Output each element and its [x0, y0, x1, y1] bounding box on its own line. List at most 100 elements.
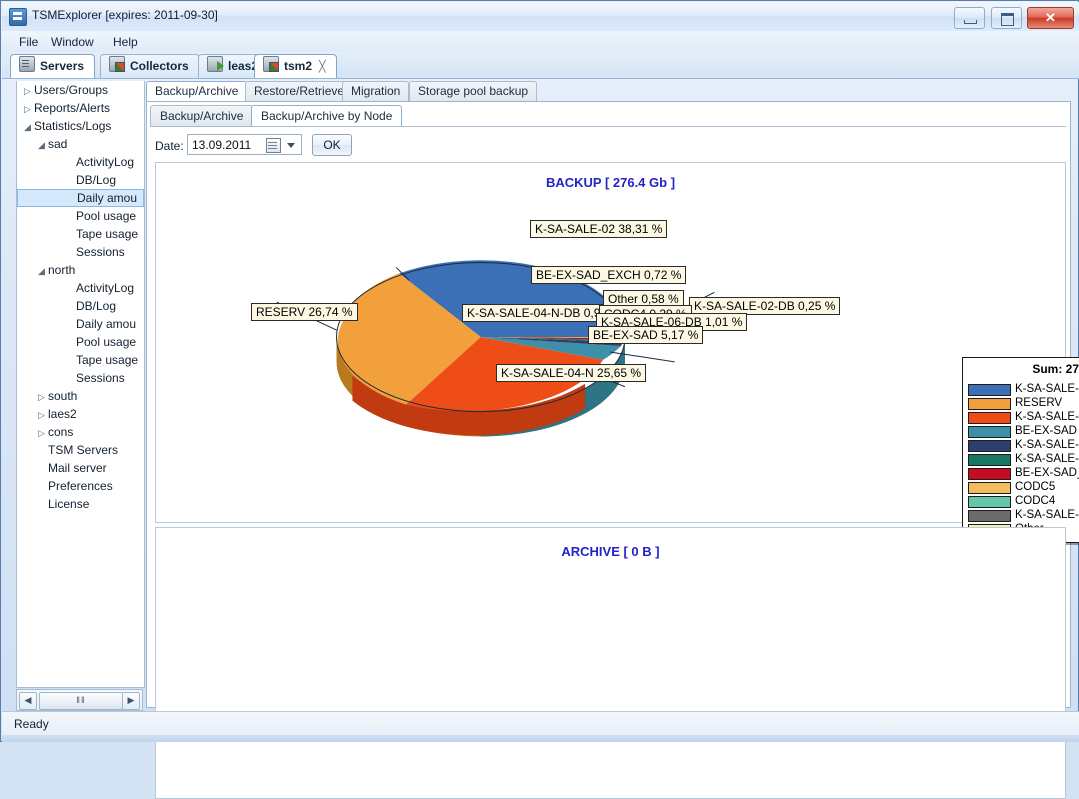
legend-swatch	[968, 482, 1011, 494]
legend-row: RESERV73.9 Gb	[963, 396, 1079, 410]
tree-twisty-icon[interactable]: ▷	[21, 100, 34, 118]
sidebar-item-activitylog[interactable]: ActivityLog	[17, 153, 144, 171]
tab-collectors[interactable]: Collectors	[100, 54, 200, 78]
legend-swatch	[968, 468, 1011, 480]
sidebar-horizontal-scrollbar[interactable]: ◀ ‖‖ ▶	[16, 689, 143, 711]
legend-row: CODC5921.6 Mb	[963, 480, 1079, 494]
sidebar-item-tape-usage[interactable]: Tape usage	[17, 351, 144, 369]
sidebar-item-users-groups[interactable]: ▷ Users/Groups	[17, 81, 144, 99]
sidebar-item-reports-alerts[interactable]: ▷ Reports/Alerts	[17, 99, 144, 117]
tree-twisty-icon[interactable]: ◢	[35, 136, 48, 154]
tree-twisty-icon[interactable]: ◢	[21, 118, 34, 136]
legend-label: K-SA-SALE-02	[1015, 383, 1079, 395]
status-bar: Ready	[2, 711, 1079, 736]
legend-swatch	[968, 496, 1011, 508]
legend-swatch	[968, 384, 1011, 396]
legend-row: CODC4819.2 Mb	[963, 494, 1079, 508]
main-tab-strip: Servers Collectors leas2 tsm2 ╳	[2, 52, 1079, 79]
sidebar-item-daily-amou[interactable]: Daily amou	[17, 189, 144, 207]
callout-k-sa-sale-02: K-SA-SALE-02 38,31 %	[530, 220, 668, 238]
pane-body: Backup/Archive Backup/Archive by Node Da…	[146, 101, 1079, 799]
sidebar-item-daily-amou[interactable]: Daily amou	[17, 315, 144, 333]
sidebar-item-db-log[interactable]: DB/Log	[17, 171, 144, 189]
sidebar-item-mail-server[interactable]: Mail server	[17, 459, 144, 477]
application-window: TSMExplorer [expires: 2011-09-30] ✕ File…	[0, 0, 1079, 799]
legend-row: K-SA-SALE-02-DB716.8 Mb	[963, 508, 1079, 522]
legend-label: K-SA-SALE-04-N-DB	[1015, 453, 1079, 465]
menu-item-file[interactable]: File	[12, 34, 45, 50]
tree-twisty-icon[interactable]: ▷	[35, 388, 48, 406]
sidebar-item-tsm-servers[interactable]: TSM Servers	[17, 441, 144, 459]
collector-icon-2	[263, 56, 279, 72]
sidebar-item-sad[interactable]: ◢ sad	[17, 135, 144, 153]
tree-twisty-icon[interactable]: ▷	[21, 82, 34, 100]
date-input-value: 13.09.2011	[192, 138, 252, 152]
navigation-tree: ▷ Users/Groups ▷ Reports/Alerts ◢ Statistics/…	[16, 81, 145, 688]
minimize-button[interactable]	[954, 7, 986, 29]
backup-chart-panel: BACKUP [ 276.4 Gb ] K-SA-SALE-02 38,31 %…	[155, 162, 1079, 543]
sidebar-item-sessions[interactable]: Sessions	[17, 369, 144, 387]
sidebar-item-license[interactable]: License	[17, 495, 144, 513]
scroll-right-button[interactable]: ▶	[122, 692, 140, 710]
calendar-icon[interactable]	[266, 138, 281, 153]
sidebar-item-label: sad	[48, 137, 68, 151]
sidebar-item-activitylog[interactable]: ActivityLog	[17, 279, 144, 297]
main-pane: Backup/Archive Restore/Retrieve Migratio…	[146, 79, 1079, 799]
tree-twisty-icon[interactable]: ▷	[35, 424, 48, 442]
legend-label: K-SA-SALE-06-DB	[1015, 439, 1079, 451]
sidebar-item-pool-usage[interactable]: Pool usage	[17, 333, 144, 351]
tab-servers[interactable]: Servers	[10, 54, 96, 78]
tab-tsm2[interactable]: tsm2 ╳	[254, 54, 337, 78]
sidebar-item-preferences[interactable]: Preferences	[17, 477, 144, 495]
status-text: Ready	[14, 717, 49, 731]
chevron-down-icon[interactable]	[287, 143, 295, 148]
maximize-button[interactable]	[990, 7, 1022, 29]
sidebar-item-statistics-logs[interactable]: ◢ Statistics/Logs	[17, 117, 144, 135]
window-bottom-edge	[2, 735, 1079, 742]
sidebar-item-laes2[interactable]: ▷ laes2	[17, 405, 144, 423]
sidebar-item-tape-usage[interactable]: Tape usage	[17, 225, 144, 243]
sidebar-item-label: Mail server	[48, 461, 107, 475]
legend-label: BE-EX-SAD_EXCH	[1015, 467, 1079, 479]
tab-backup-archive-by-node[interactable]: Backup/Archive by Node	[251, 105, 403, 126]
tab-restore-retrieve[interactable]: Restore/Retrieve	[245, 81, 354, 101]
menu-item-window[interactable]: Window	[44, 34, 101, 50]
sidebar-item-label: Reports/Alerts	[34, 101, 111, 115]
tab-migration[interactable]: Migration	[342, 81, 410, 101]
sidebar-item-db-log[interactable]: DB/Log	[17, 297, 144, 315]
callout-k-sa-sale-04-n: K-SA-SALE-04-N 25,65 %	[496, 364, 647, 382]
legend-rows: K-SA-SALE-02105.9 GbRESERV73.9 GbK-SA-SA…	[963, 382, 1079, 536]
sidebar-item-label: north	[48, 263, 76, 277]
ok-button[interactable]: OK	[312, 134, 352, 156]
sidebar-item-south[interactable]: ▷ south	[17, 387, 144, 405]
sidebar-item-cons[interactable]: ▷ cons	[17, 423, 144, 441]
title-bar: TSMExplorer [expires: 2011-09-30] ✕	[2, 2, 1079, 32]
sidebar-item-north[interactable]: ◢ north	[17, 261, 144, 279]
sidebar-item-label: Tape usage	[76, 227, 139, 241]
tab-storage-pool-backup[interactable]: Storage pool backup	[409, 81, 538, 101]
window-title: TSMExplorer [expires: 2011-09-30]	[32, 8, 218, 22]
tree-twisty-icon[interactable]: ▷	[35, 406, 48, 424]
date-input[interactable]: 13.09.2011	[187, 134, 302, 155]
menu-item-help[interactable]: Help	[106, 34, 145, 50]
sidebar-item-label: Preferences	[48, 479, 113, 493]
server-icon	[19, 56, 35, 72]
tab-close-icon[interactable]: ╳	[319, 61, 326, 73]
close-button[interactable]: ✕	[1027, 7, 1074, 29]
sidebar-item-sessions[interactable]: Sessions	[17, 243, 144, 261]
legend-swatch	[968, 440, 1011, 452]
legend-label: K-SA-SALE-02-DB	[1015, 509, 1079, 521]
sidebar-item-pool-usage[interactable]: Pool usage	[17, 207, 144, 225]
sidebar-item-label: Pool usage	[76, 335, 137, 349]
legend-label: CODC5	[1015, 481, 1056, 493]
scroll-left-button[interactable]: ◀	[19, 692, 37, 710]
callout-k-sa-sale-04-n-db: K-SA-SALE-04-N-DB 0,94	[462, 304, 613, 322]
tree-twisty-icon[interactable]: ◢	[35, 262, 48, 280]
tab-servers-label: Servers	[40, 59, 85, 73]
sidebar-item-label: Pool usage	[76, 209, 137, 223]
scroll-thumb[interactable]: ‖‖	[39, 692, 123, 710]
tab-backup-archive-inner[interactable]: Backup/Archive	[150, 105, 254, 126]
tab-backup-archive[interactable]: Backup/Archive	[146, 81, 248, 101]
collector-icon	[109, 56, 125, 72]
sidebar-item-label: ActivityLog	[76, 155, 135, 169]
